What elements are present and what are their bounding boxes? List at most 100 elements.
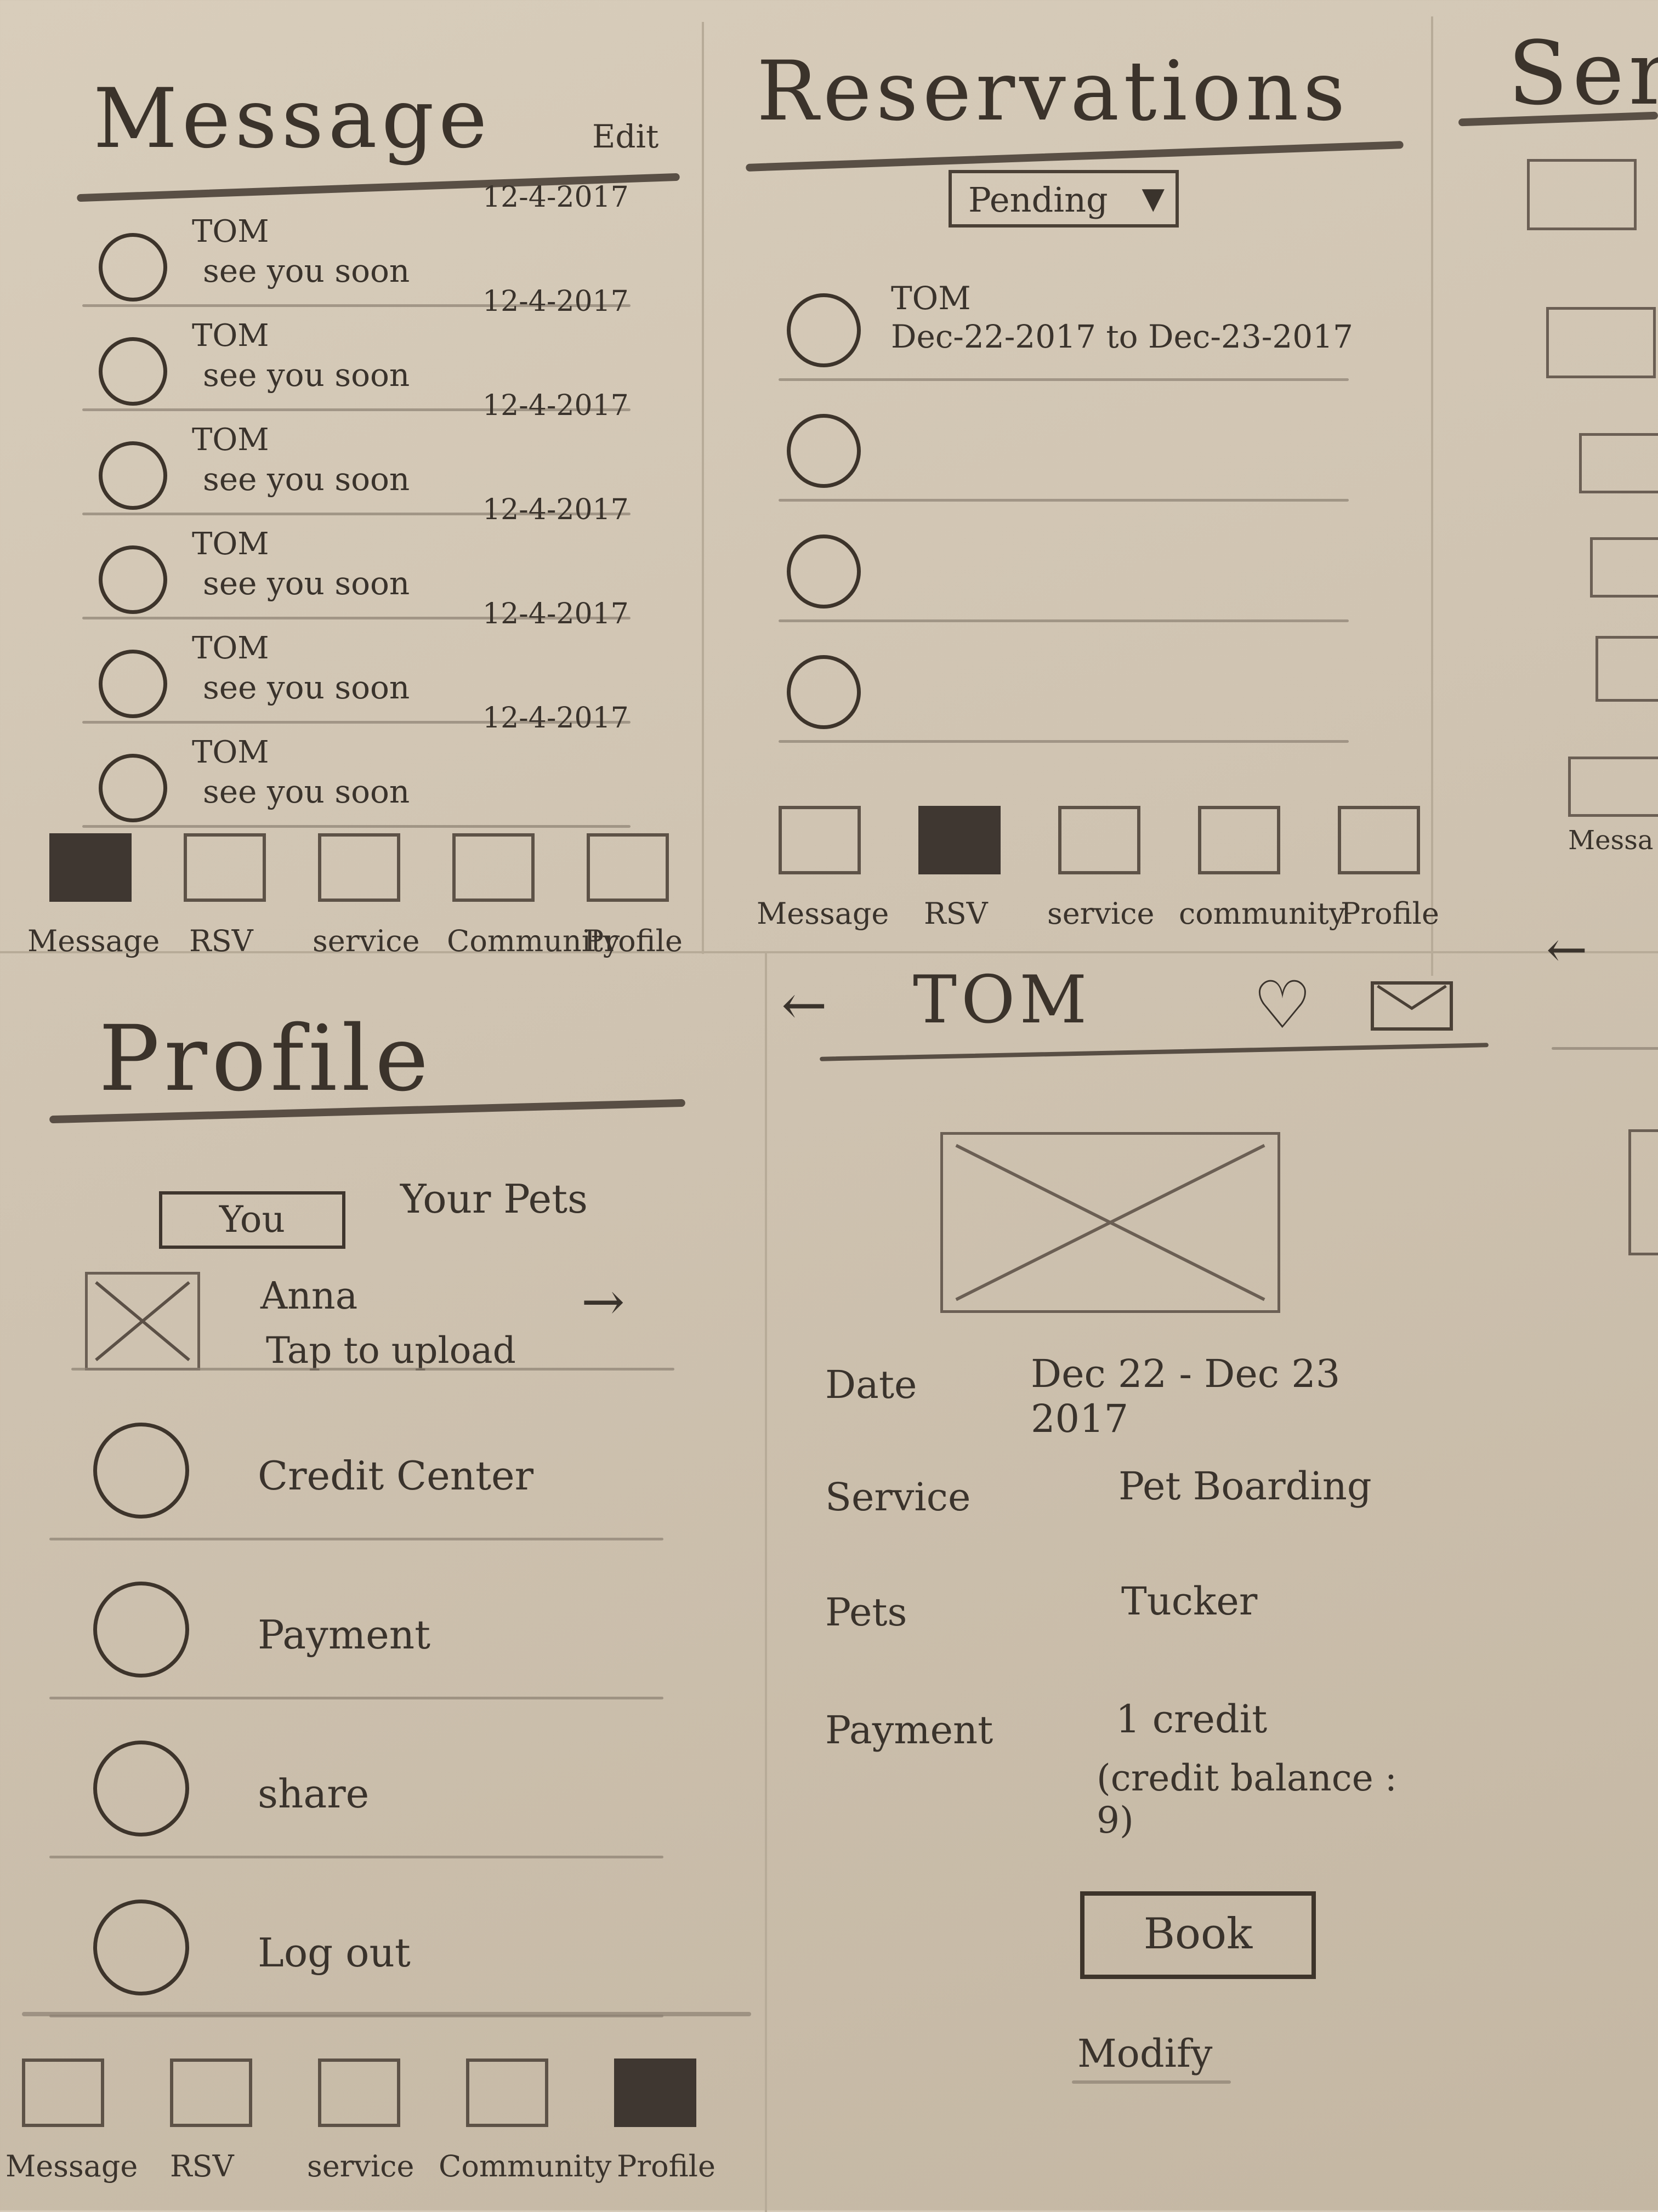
profile-menu-item[interactable]: Credit Center — [49, 1406, 685, 1549]
back-arrow-icon[interactable]: ← — [1546, 921, 1587, 979]
avatar-circle — [99, 650, 167, 718]
avatar-circle — [99, 337, 167, 406]
nav-item-community[interactable]: Community — [439, 2059, 611, 2190]
reservations-title: Reservations — [757, 44, 1350, 139]
upload-hint[interactable]: Tap to upload — [266, 1329, 516, 1372]
avatar-circle — [99, 545, 167, 614]
nav-item-profile[interactable]: Profile — [603, 2059, 718, 2190]
nav-label: service — [307, 2149, 414, 2183]
profile-title: Profile — [99, 1006, 433, 1111]
field-value: Dec 22 - Dec 23 2017 — [1031, 1351, 1341, 1441]
heart-icon[interactable]: ♡ — [1253, 968, 1312, 1044]
message-row[interactable]: TOM see you soon 12-4-2017 — [77, 702, 680, 833]
forward-arrow-icon[interactable]: → — [581, 1272, 625, 1332]
service-option-box[interactable] — [1546, 307, 1656, 378]
nav-icon-box — [1338, 806, 1420, 874]
reservation-row[interactable] — [768, 515, 1415, 625]
message-date: 12-4-2017 — [482, 493, 629, 526]
avatar-circle — [99, 441, 167, 510]
profile-screen: Profile You Your Pets Anna Tap to upload… — [0, 951, 765, 2210]
nav-icon-box — [49, 833, 132, 902]
nav-label: Message — [757, 896, 889, 931]
nav-item-community[interactable]: Community — [441, 833, 620, 965]
nav-item-rsv[interactable]: RSV — [907, 806, 1023, 937]
avatar-circle — [99, 233, 167, 302]
nav-item-service[interactable]: service — [307, 833, 422, 965]
nav-item-rsv[interactable]: RSV — [159, 2059, 274, 2190]
profile-menu-item[interactable]: Log out — [49, 1883, 685, 2026]
row-divider — [82, 825, 631, 828]
nav-label: Community — [439, 2149, 612, 2183]
avatar-circle — [787, 414, 861, 488]
message-date: 12-4-2017 — [482, 181, 629, 214]
message-preview: see you soon — [203, 669, 410, 706]
message-preview: see you soon — [203, 460, 410, 498]
nav-item-service[interactable]: service — [1047, 806, 1162, 937]
nav-label: RSV — [170, 2149, 234, 2183]
reservation-row[interactable]: TOM Dec-22-2017 to Dec-23-2017 — [768, 274, 1415, 384]
service-option-box[interactable] — [1579, 433, 1658, 493]
nav-icon-box — [1198, 806, 1280, 874]
message-preview: see you soon — [203, 252, 410, 289]
nav-item-community[interactable]: community — [1179, 806, 1345, 937]
row-divider — [779, 499, 1349, 502]
menu-item-icon-circle — [93, 1741, 189, 1836]
reservation-dates: Dec-22-2017 to Dec-23-2017 — [891, 318, 1353, 355]
menu-item-label: Credit Center — [258, 1453, 534, 1499]
edit-button[interactable]: Edit — [592, 118, 658, 155]
service-option-box[interactable] — [1590, 537, 1658, 598]
nav-item-message[interactable]: Message — [27, 833, 160, 965]
row-divider — [49, 1538, 663, 1540]
service-photo — [940, 1132, 1280, 1313]
row-divider — [779, 378, 1349, 381]
nav-icon-box — [1058, 806, 1140, 874]
nav-item-rsv[interactable]: RSV — [173, 833, 288, 965]
profile-menu-item[interactable]: share — [49, 1724, 685, 1867]
row-divider — [779, 740, 1349, 743]
message-sender: TOM — [192, 735, 269, 770]
nav-item-service[interactable]: service — [307, 2059, 422, 2190]
nav-item-message[interactable]: Message — [757, 806, 889, 937]
service-option-box[interactable] — [1595, 636, 1658, 702]
modify-link[interactable]: Modify — [1077, 2031, 1212, 2076]
detail-field: Date Dec 22 - Dec 23 2017 — [825, 1351, 1401, 1441]
row-divider — [779, 619, 1349, 622]
field-value: 1 credit — [1116, 1697, 1268, 1742]
message-date: 12-4-2017 — [482, 389, 629, 422]
book-button[interactable]: Book — [1080, 1891, 1316, 1979]
profile-username: Anna — [260, 1275, 358, 1318]
reservation-name: TOM — [891, 280, 971, 317]
envelope-icon[interactable] — [1371, 981, 1453, 1031]
back-arrow-icon[interactable]: ← — [781, 973, 827, 1037]
tab-you[interactable]: You — [159, 1191, 345, 1249]
reservation-row[interactable] — [768, 636, 1415, 746]
profile-menu-item[interactable]: Payment — [49, 1565, 685, 1708]
service-screen-fragment: Ser Messa ← — [1431, 0, 1658, 1255]
tab-your-pets[interactable]: Your Pets — [400, 1176, 588, 1222]
reservation-row[interactable] — [768, 395, 1415, 504]
nav-item-profile[interactable]: Profile — [576, 833, 691, 965]
nav-label: Profile — [1341, 896, 1439, 931]
field-value: Tucker — [1121, 1579, 1258, 1624]
nav-icon-box — [318, 2059, 400, 2127]
nav-icon-box — [466, 2059, 548, 2127]
nav-message-box[interactable] — [1568, 757, 1658, 817]
detail-field: Service Pet Boarding — [825, 1464, 1401, 1540]
pending-filter-dropdown[interactable]: Pending ▼ — [949, 170, 1179, 228]
service-option-box[interactable] — [1527, 159, 1637, 230]
reservations-screen: Reservations Pending ▼ TOM Dec-22-2017 to… — [702, 0, 1439, 951]
reservation-detail-screen: ← TOM ♡ Date Dec 22 - Dec 23 2017 Service P… — [765, 951, 1489, 2210]
row-divider — [49, 1856, 663, 1858]
nav-label: Message — [5, 2149, 138, 2183]
nav-icon-box — [318, 833, 400, 902]
nav-label: Profile — [617, 2149, 716, 2183]
avatar-circle — [787, 534, 861, 609]
book-button-label: Book — [1143, 1909, 1253, 1959]
nav-item-message[interactable]: Message — [5, 2059, 138, 2190]
message-sender: TOM — [192, 214, 269, 249]
field-label: Service — [825, 1475, 971, 1520]
nav-icon-box — [587, 833, 669, 902]
nav-item-profile[interactable]: Profile — [1327, 806, 1442, 937]
avatar-circle — [787, 293, 861, 367]
avatar-placeholder[interactable] — [85, 1272, 200, 1371]
